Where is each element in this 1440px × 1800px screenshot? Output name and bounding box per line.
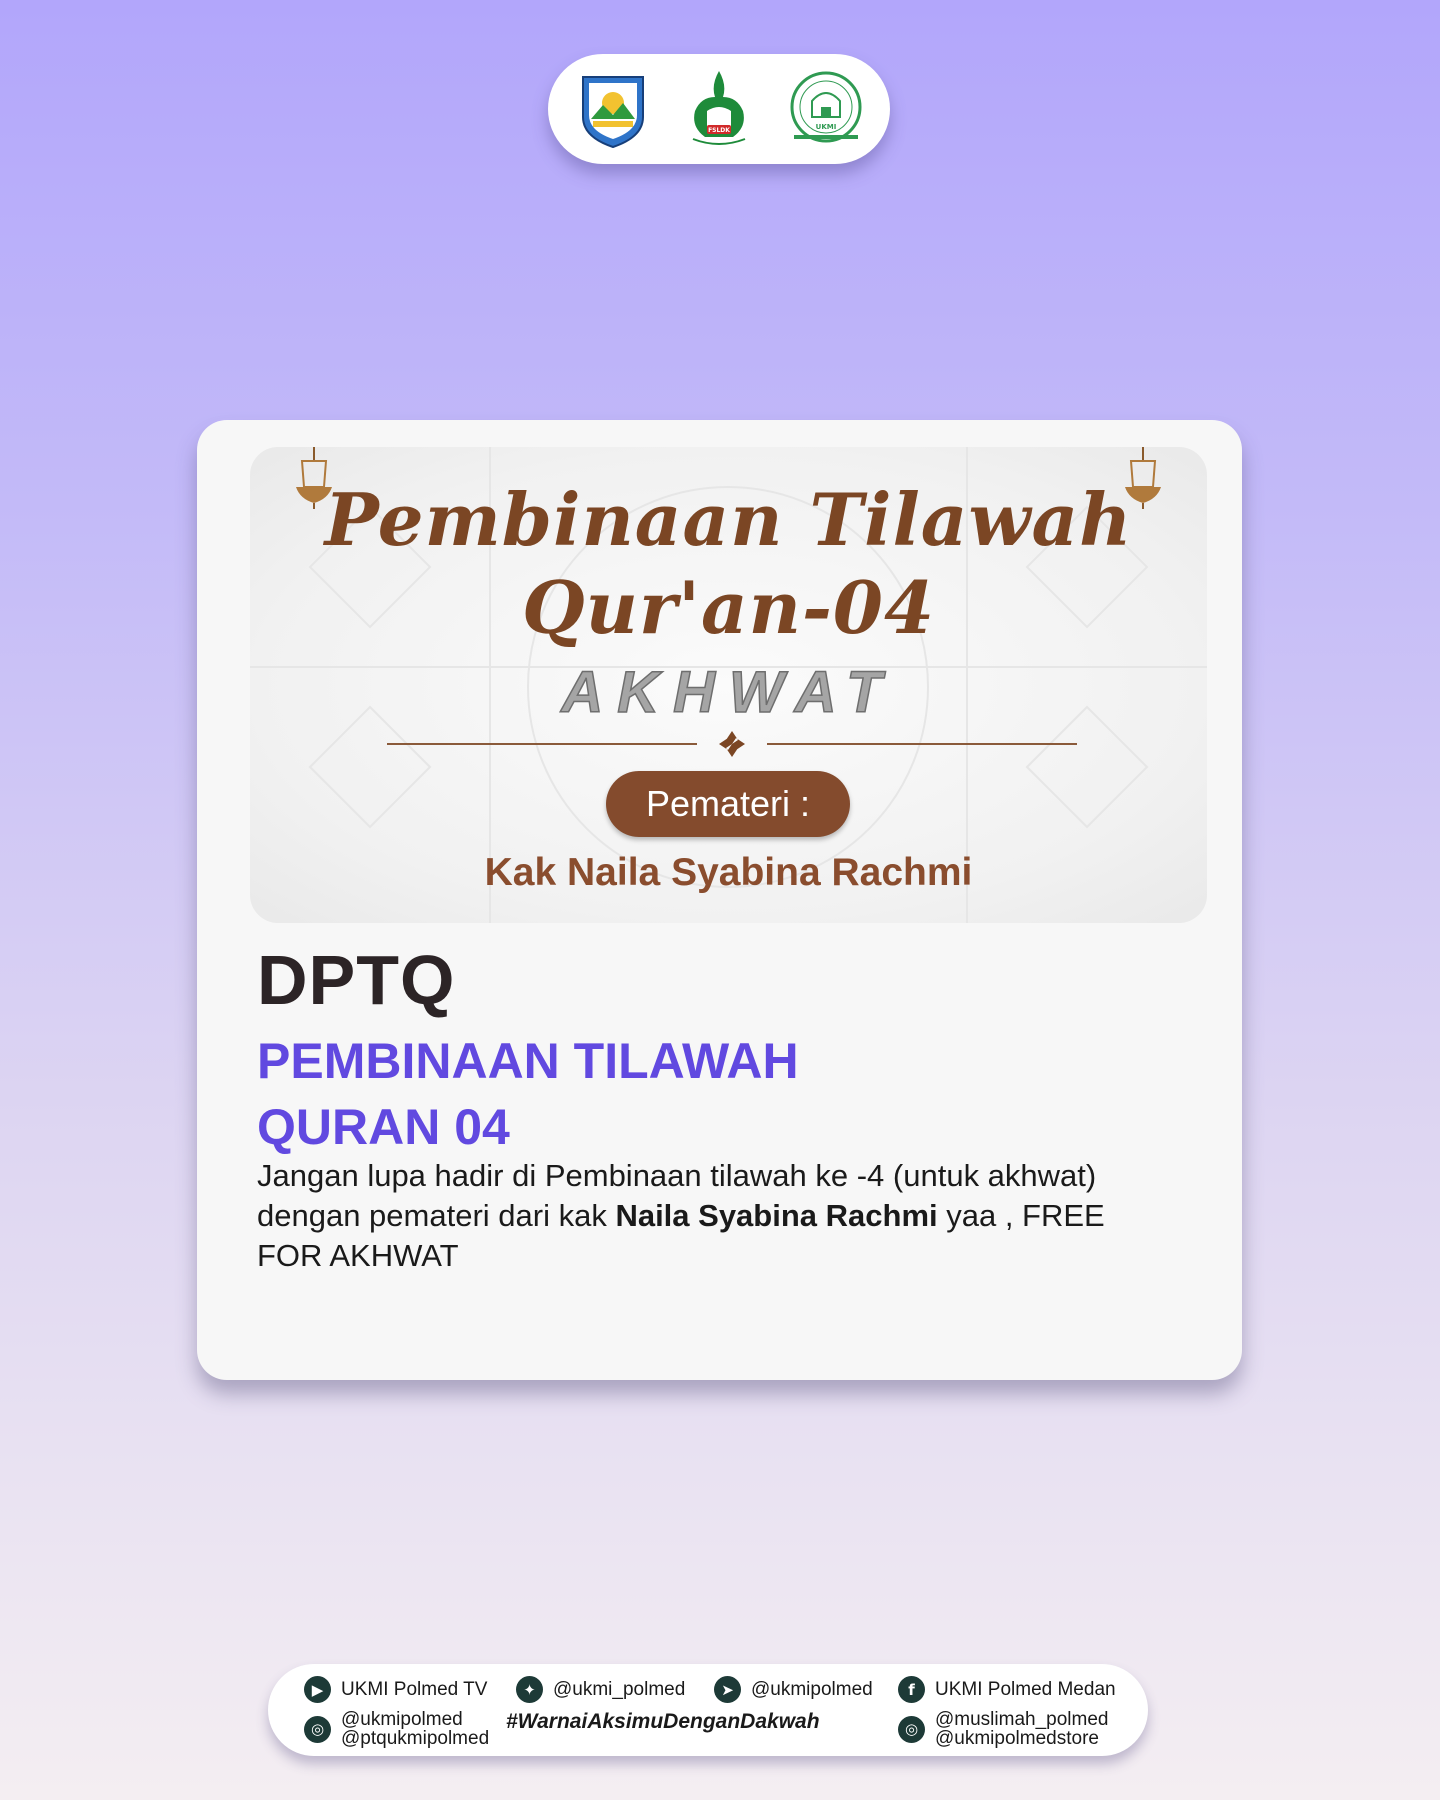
organizer-heading: DPTQ bbox=[257, 941, 456, 1019]
youtube-icon: ▶ bbox=[304, 1676, 331, 1703]
youtube-link[interactable]: ▶ UKMI Polmed TV bbox=[304, 1676, 487, 1703]
event-banner: Pembinaan Tilawah Qur'an-04 AKHWAT Pemat… bbox=[250, 447, 1207, 923]
twitter-link[interactable]: ✦ @ukmi_polmed bbox=[516, 1676, 685, 1703]
instagram-handle-4: @ukmipolmedstore bbox=[935, 1728, 1099, 1749]
event-title-line1: PEMBINAAN TILAWAH bbox=[257, 1033, 799, 1089]
instagram-handle-2: @ptqukmipolmed bbox=[341, 1728, 490, 1749]
ukmi-logo: UKMI bbox=[784, 67, 868, 151]
instagram-link-right[interactable]: ◎ @muslimah_polmed @ukmipolmedstore bbox=[898, 1710, 1108, 1748]
ornament-divider bbox=[387, 731, 1077, 757]
instagram-icon: ◎ bbox=[898, 1715, 925, 1743]
instagram-link-left[interactable]: ◎ @ukmipolmed @ptqukmipolmed bbox=[304, 1710, 489, 1748]
facebook-icon: f bbox=[898, 1676, 925, 1703]
instagram-handle-3: @muslimah_polmed bbox=[935, 1709, 1109, 1730]
instagram-icon: ◎ bbox=[304, 1715, 331, 1743]
banner-title-line1: Pembinaan Tilawah bbox=[324, 477, 1133, 562]
post-card: Pembinaan Tilawah Qur'an-04 AKHWAT Pemat… bbox=[197, 420, 1242, 1380]
social-media-bar: ▶ UKMI Polmed TV ✦ @ukmi_polmed ➤ @ukmip… bbox=[268, 1664, 1148, 1756]
speaker-name: Kak Naila Syabina Rachmi bbox=[484, 851, 973, 894]
campaign-hashtag: #WarnaiAksimuDenganDakwah bbox=[506, 1710, 820, 1733]
telegram-link[interactable]: ➤ @ukmipolmed bbox=[714, 1676, 873, 1703]
fsldk-logo: FSLDK bbox=[677, 67, 761, 151]
speaker-label-badge: Pemateri : bbox=[606, 771, 850, 837]
banner-audience: AKHWAT bbox=[561, 659, 896, 726]
twitter-icon: ✦ bbox=[516, 1676, 543, 1703]
event-title: PEMBINAAN TILAWAH QURAN 04 bbox=[257, 1028, 799, 1160]
ukmi-logo-text: UKMI bbox=[815, 123, 836, 131]
telegram-icon: ➤ bbox=[714, 1676, 741, 1703]
partner-logos-bar: FSLDK UKMI bbox=[548, 54, 890, 164]
polmed-logo bbox=[571, 67, 655, 151]
description-speaker: Naila Syabina Rachmi bbox=[615, 1198, 938, 1233]
fsldk-logo-text: FSLDK bbox=[708, 127, 730, 134]
youtube-handle: UKMI Polmed TV bbox=[341, 1679, 488, 1700]
facebook-link[interactable]: f UKMI Polmed Medan bbox=[898, 1676, 1116, 1703]
telegram-handle: @ukmipolmed bbox=[751, 1679, 873, 1700]
event-title-line2: QURAN 04 bbox=[257, 1099, 510, 1155]
event-description: Jangan lupa hadir di Pembinaan tilawah k… bbox=[257, 1156, 1157, 1276]
twitter-handle: @ukmi_polmed bbox=[553, 1679, 686, 1700]
instagram-handle-1: @ukmipolmed bbox=[341, 1709, 463, 1730]
facebook-handle: UKMI Polmed Medan bbox=[935, 1679, 1116, 1700]
banner-title-line2: Qur'an-04 bbox=[521, 565, 936, 650]
